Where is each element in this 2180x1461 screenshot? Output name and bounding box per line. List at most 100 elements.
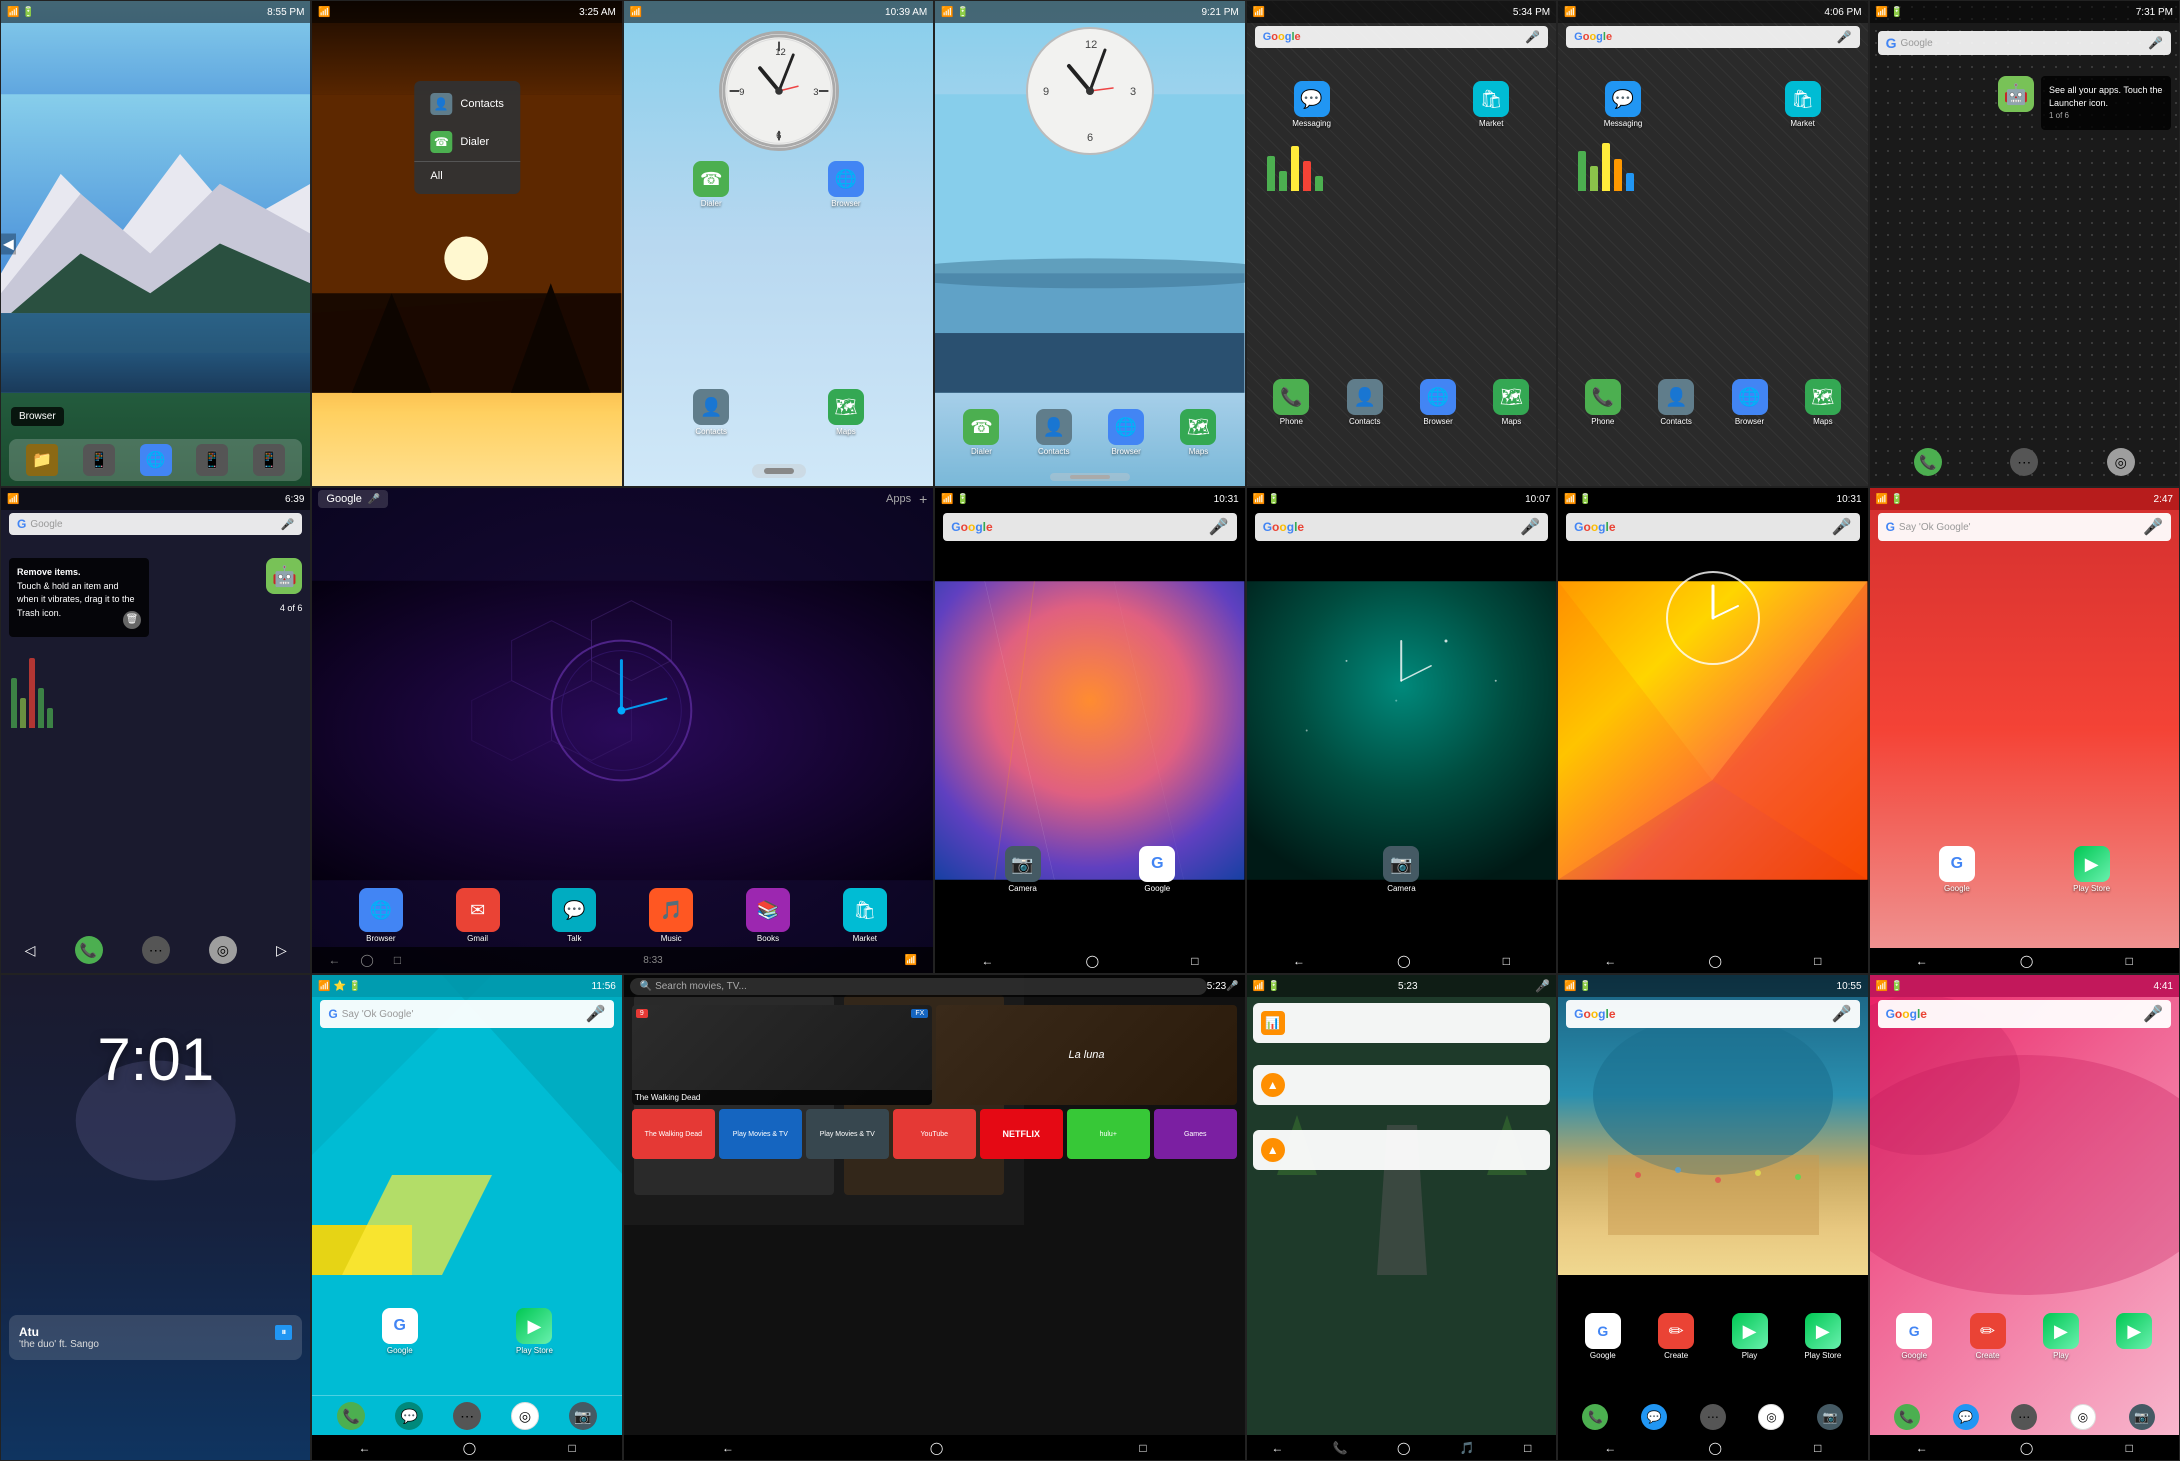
recent-red[interactable]: □ (2126, 954, 2133, 968)
hangouts-dock-teal[interactable]: 💬 (395, 1402, 423, 1430)
apps-dock-pink[interactable]: ⋯ (2011, 1404, 2037, 1430)
apps-btn-r2c1[interactable]: ⋯ (142, 936, 170, 964)
games-app[interactable]: Games (1154, 1109, 1237, 1159)
google-bar-ics[interactable]: Google 🎤 (943, 513, 1236, 541)
google-ics[interactable]: G Google (1132, 846, 1182, 893)
play-pink[interactable]: ▶ Play (2036, 1313, 2086, 1360)
home-hc[interactable]: ◯ (360, 953, 373, 967)
browser-app-r1c4[interactable]: 🌐 Browser (1101, 409, 1151, 456)
playstore-teal-mat[interactable]: ▶ Play Store (509, 1308, 559, 1355)
home-teal[interactable]: ◯ (1397, 954, 1410, 968)
google-bar-pink[interactable]: Google 🎤 (1878, 1000, 2171, 1028)
widget-dock-r1c7[interactable]: ◎ (2107, 448, 2135, 476)
home-movie[interactable]: ◯ (930, 1441, 943, 1455)
mic-r2c1[interactable]: 🎤 (281, 518, 295, 531)
mic-red[interactable]: 🎤 (2143, 517, 2163, 537)
phone-app-r1c5[interactable]: 📞 Phone (1266, 379, 1316, 426)
music-nav[interactable]: 🎵 (1460, 1441, 1475, 1455)
browser-app[interactable]: 🌐 Browser (821, 161, 871, 208)
google-red[interactable]: G Google (1932, 846, 1982, 893)
phone-nav[interactable]: 📞 (1333, 1441, 1348, 1455)
google-bar-geo[interactable]: Google 🎤 (1566, 513, 1859, 541)
ok-google-bar[interactable]: G Say 'Ok Google' 🎤 (1878, 513, 2171, 541)
android-icon-r2c1[interactable]: 🤖 (266, 558, 302, 594)
mic-aerial[interactable]: 🎤 (1832, 1004, 1852, 1024)
talk-hc[interactable]: 💬 Talk (549, 888, 599, 943)
recent-geo[interactable]: □ (1814, 954, 1821, 968)
recent-nav[interactable]: □ (1524, 1441, 1531, 1455)
back-hc[interactable]: ← (328, 953, 340, 967)
phone-btn-r2c1[interactable]: 📞 (75, 936, 103, 964)
create-pink[interactable]: ✏ Create (1963, 1313, 2013, 1360)
mic-nav[interactable]: 🎤 (1535, 979, 1550, 993)
folder-icon[interactable]: 📁 (26, 444, 58, 476)
browser-app-r1c5[interactable]: 🌐 Browser (1413, 379, 1463, 426)
android-icon-r1c7[interactable]: 🤖 (1998, 76, 2034, 112)
back-ics[interactable]: ← (981, 954, 993, 968)
apps-icon-dock-r1c7[interactable]: ⋯ (2010, 448, 2038, 476)
mic-icon-r1c7[interactable]: 🎤 (2148, 36, 2163, 50)
forward-btn-r2c1[interactable]: ▷ (276, 942, 287, 959)
widget-btn-r2c1[interactable]: ◎ (209, 936, 237, 964)
maps-app-r1c6[interactable]: 🗺 Maps (1798, 379, 1848, 426)
chrome-dock-aerial[interactable]: ◎ (1758, 1404, 1784, 1430)
mic-icon-r1c5[interactable]: 🎤 (1525, 30, 1540, 44)
contacts-app-r1c6[interactable]: 👤 Contacts (1651, 379, 1701, 426)
music-hc[interactable]: 🎵 Music (646, 888, 696, 943)
recent-movie[interactable]: □ (1139, 1441, 1146, 1455)
search-area-honeycomb[interactable]: Google 🎤 (318, 490, 886, 508)
home-teal-mat[interactable]: ◯ (463, 1441, 476, 1455)
menu-contacts[interactable]: 👤 Contacts (414, 85, 519, 123)
back-btn-r2c1[interactable]: ◁ (25, 942, 36, 959)
camera-dock-pink[interactable]: 📷 (2129, 1404, 2155, 1430)
phone-icon-dock-r1c7[interactable]: 📞 (1914, 448, 1942, 476)
home-pink[interactable]: ◯ (2020, 1441, 2033, 1455)
back-red[interactable]: ← (1916, 954, 1928, 968)
recent-teal[interactable]: □ (1503, 954, 1510, 968)
walking-dead-thumb[interactable]: The Walking Dead 9 FX (632, 1005, 932, 1105)
playstore-aerial[interactable]: ▶ Play Store (1798, 1313, 1848, 1360)
ok-google-bar-teal[interactable]: G Say 'Ok Google' 🎤 (320, 1000, 613, 1028)
netflix-app[interactable]: NETFLIX (980, 1109, 1063, 1159)
mic-pink[interactable]: 🎤 (2143, 1004, 2163, 1024)
pause-btn[interactable]: ⏸ (275, 1325, 292, 1340)
back-movie[interactable]: ← (722, 1441, 734, 1455)
phone-app-r1c6[interactable]: 📞 Phone (1578, 379, 1628, 426)
recent-teal-mat[interactable]: □ (568, 1441, 575, 1455)
contacts-app-r1c4[interactable]: 👤 Contacts (1029, 409, 1079, 456)
playstore-pink[interactable]: ▶ (2109, 1313, 2159, 1360)
google-teal-mat[interactable]: G Google (375, 1308, 425, 1355)
google-bar-teal[interactable]: Google 🎤 (1255, 513, 1548, 541)
recent-aerial[interactable]: □ (1814, 1441, 1821, 1455)
home-geo[interactable]: ◯ (1708, 954, 1721, 968)
mic-icon-r1c6[interactable]: 🎤 (1837, 30, 1852, 44)
maps-app[interactable]: 🗺 Maps (821, 389, 871, 436)
mic-teal[interactable]: 🎤 (1520, 517, 1540, 537)
menu-dialer[interactable]: ☎ Dialer (414, 123, 519, 161)
market-app-r1c6[interactable]: 🛍 Market (1778, 81, 1828, 128)
home-nav[interactable]: ◯ (1397, 1441, 1410, 1455)
recent-ics[interactable]: □ (1191, 954, 1198, 968)
home-red[interactable]: ◯ (2020, 954, 2033, 968)
back-pink[interactable]: ← (1916, 1441, 1928, 1455)
movie-search-bar[interactable]: 🔍 Search movies, TV... (630, 978, 1207, 995)
back-nav[interactable]: ← (1271, 1441, 1283, 1455)
browser-dock-icon[interactable]: 🌐 (140, 444, 172, 476)
browser-hc[interactable]: 🌐 Browser (356, 888, 406, 943)
apps-dock-teal[interactable]: ⋯ (453, 1402, 481, 1430)
phone-dock-teal[interactable]: 📞 (337, 1402, 365, 1430)
apps-dock-aerial[interactable]: ⋯ (1700, 1404, 1726, 1430)
gmail-hc[interactable]: ✉ Gmail (453, 888, 503, 943)
browser-app-r1c6[interactable]: 🌐 Browser (1725, 379, 1775, 426)
mic-teal-mat[interactable]: 🎤 (586, 1004, 606, 1024)
dock-icon-2[interactable]: 📱 (83, 444, 115, 476)
home-ics[interactable]: ◯ (1086, 954, 1099, 968)
google-widget-r2c1[interactable]: G Google 🎤 (9, 513, 302, 535)
create-aerial[interactable]: ✏ Create (1651, 1313, 1701, 1360)
google-search-bar-r1c6[interactable]: Google 🎤 (1566, 26, 1859, 48)
back-teal[interactable]: ← (1293, 954, 1305, 968)
youtube-app[interactable]: YouTube (893, 1109, 976, 1159)
chrome-dock-pink[interactable]: ◎ (2070, 1404, 2096, 1430)
google-search-bar-r1c5[interactable]: Google 🎤 (1255, 26, 1548, 48)
market-app-r1c5[interactable]: 🛍 Market (1466, 81, 1516, 128)
